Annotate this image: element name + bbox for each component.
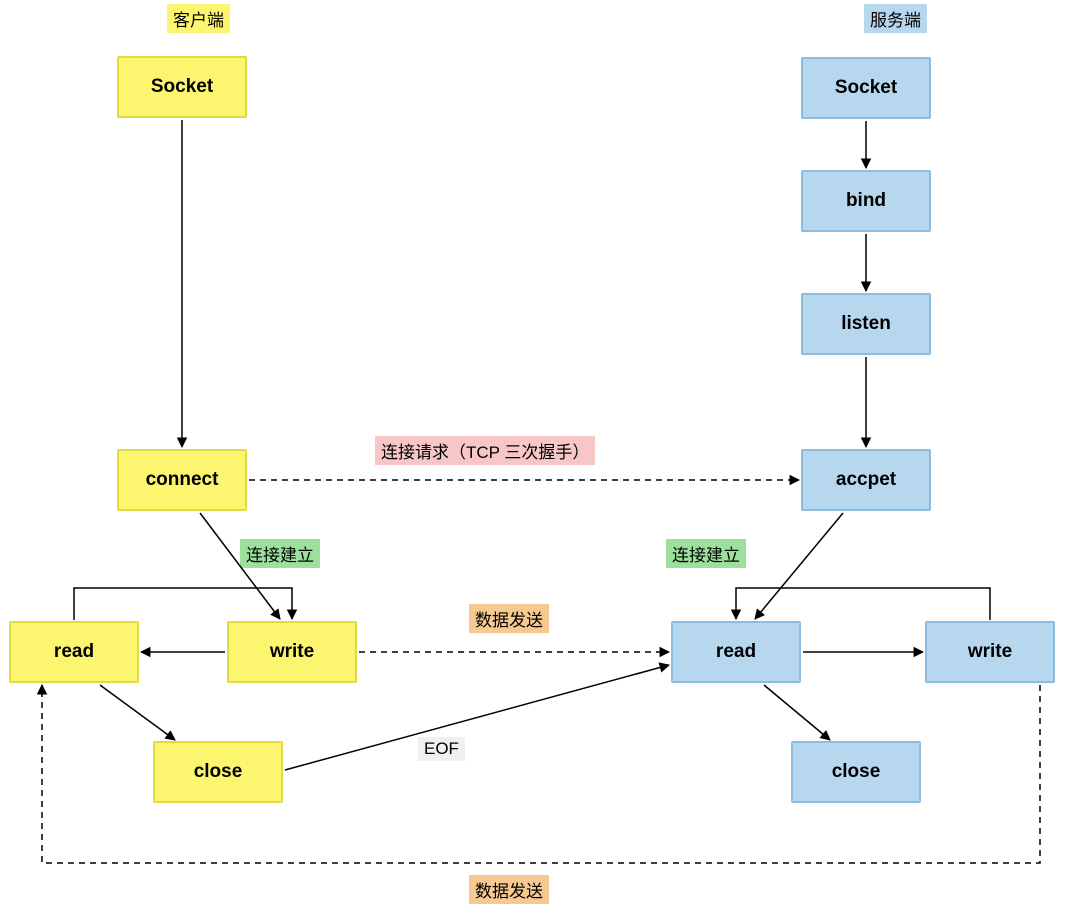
- server-write-text: write: [968, 641, 1012, 663]
- server-header-label: 服务端: [864, 4, 927, 33]
- client-write-text: write: [270, 641, 314, 663]
- server-bind-node: bind: [801, 170, 931, 232]
- connect-request-label: 连接请求（TCP 三次握手）: [375, 436, 595, 465]
- client-write-node: write: [227, 621, 357, 683]
- server-accept-text: accpet: [836, 469, 896, 491]
- server-read-node: read: [671, 621, 801, 683]
- client-connect-node: connect: [117, 449, 247, 511]
- edge-server-read-close: [764, 685, 830, 740]
- server-socket-text: Socket: [835, 77, 897, 99]
- server-listen-node: listen: [801, 293, 931, 355]
- server-read-text: read: [716, 641, 756, 663]
- edge-client-read-close: [100, 685, 175, 740]
- server-close-node: close: [791, 741, 921, 803]
- edge-client-read-loop-top: [74, 588, 292, 620]
- server-listen-text: listen: [841, 313, 891, 335]
- server-bind-text: bind: [846, 190, 886, 212]
- client-connect-text: connect: [146, 469, 219, 491]
- server-write-node: write: [925, 621, 1055, 683]
- client-socket-node: Socket: [117, 56, 247, 118]
- edge-accept-read: [755, 513, 843, 619]
- client-close-node: close: [153, 741, 283, 803]
- client-read-node: read: [9, 621, 139, 683]
- connection-established-right-label: 连接建立: [666, 539, 746, 568]
- connection-established-left-label: 连接建立: [240, 539, 320, 568]
- client-read-text: read: [54, 641, 94, 663]
- server-accept-node: accpet: [801, 449, 931, 511]
- client-header-label: 客户端: [167, 4, 230, 33]
- eof-label: EOF: [418, 737, 465, 761]
- data-send-bottom-label: 数据发送: [469, 875, 549, 904]
- server-socket-node: Socket: [801, 57, 931, 119]
- client-close-text: close: [194, 761, 243, 783]
- edge-server-write-loop-top: [736, 588, 990, 620]
- client-socket-text: Socket: [151, 76, 213, 98]
- server-close-text: close: [832, 761, 881, 783]
- data-send-mid-label: 数据发送: [469, 604, 549, 633]
